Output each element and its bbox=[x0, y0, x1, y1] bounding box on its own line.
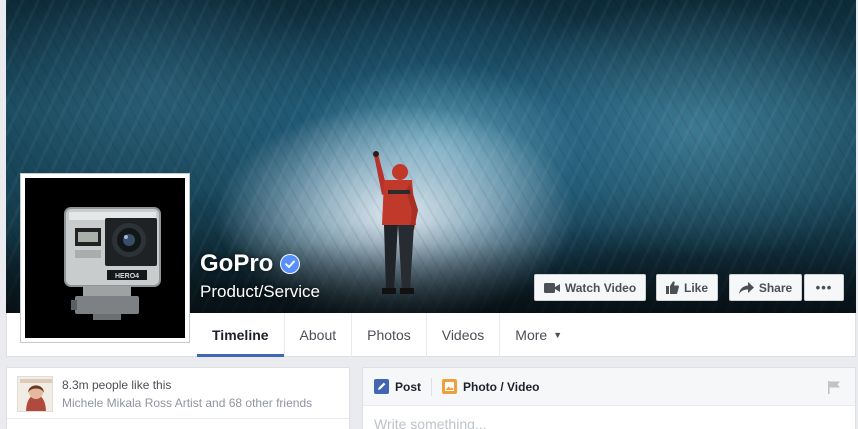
profile-picture-image: HERO4 bbox=[25, 178, 185, 338]
share-arrow-icon bbox=[738, 281, 754, 294]
like-label: Like bbox=[683, 280, 708, 295]
tab-photos-label: Photos bbox=[367, 327, 411, 343]
more-options-icon: ••• bbox=[815, 280, 833, 295]
page-name[interactable]: GoPro bbox=[200, 250, 273, 278]
page-category[interactable]: Product/Service bbox=[200, 282, 320, 302]
flag-icon[interactable] bbox=[827, 380, 841, 399]
like-button[interactable]: Like bbox=[656, 274, 718, 301]
tab-more[interactable]: More ▼ bbox=[500, 313, 577, 357]
page-name-row: GoPro bbox=[200, 250, 301, 278]
tab-about[interactable]: About bbox=[285, 313, 353, 357]
tab-about-label: About bbox=[299, 327, 337, 343]
composer-tab-photo-video-label: Photo / Video bbox=[463, 379, 540, 394]
tab-more-label: More bbox=[515, 327, 548, 343]
composer-tab-post[interactable]: Post bbox=[363, 368, 431, 406]
camera-model-label: HERO4 bbox=[115, 273, 139, 280]
more-options-button[interactable]: ••• bbox=[804, 274, 844, 301]
share-label: Share bbox=[758, 280, 793, 295]
video-camera-icon bbox=[543, 282, 560, 293]
tab-videos-label: Videos bbox=[441, 327, 485, 343]
profile-picture[interactable]: HERO4 bbox=[20, 173, 190, 343]
watch-video-label: Watch Video bbox=[564, 280, 637, 295]
gopro-camera-icon: HERO4 bbox=[64, 207, 161, 320]
likes-count[interactable]: 8.3m people like this bbox=[62, 378, 171, 392]
tab-timeline[interactable]: Timeline bbox=[197, 313, 285, 357]
page-tabs: Timeline About Photos Videos More ▼ bbox=[197, 313, 577, 357]
composer-tab-post-label: Post bbox=[395, 379, 422, 394]
tab-photos[interactable]: Photos bbox=[352, 313, 427, 357]
thumbs-up-icon bbox=[665, 281, 679, 294]
composer-input[interactable]: Write something... bbox=[374, 416, 487, 429]
likes-card: 8.3m people like this Michele Mikala Ros… bbox=[6, 367, 350, 429]
tab-videos[interactable]: Videos bbox=[427, 313, 501, 357]
photo-icon bbox=[442, 379, 458, 394]
composer-tabs: Post Photo / Video bbox=[363, 368, 855, 406]
post-composer: Post Photo / Video Write something... bbox=[362, 367, 856, 429]
pencil-icon bbox=[374, 379, 389, 394]
share-button[interactable]: Share bbox=[729, 274, 802, 301]
friend-avatar[interactable] bbox=[17, 376, 53, 412]
likes-friends-text[interactable]: Michele Mikala Ross Artist and 68 other … bbox=[62, 396, 312, 410]
composer-tab-photo-video[interactable]: Photo / Video bbox=[432, 368, 549, 406]
watch-video-button[interactable]: Watch Video bbox=[534, 274, 646, 301]
caret-down-icon: ▼ bbox=[553, 330, 563, 340]
verified-badge-icon bbox=[280, 254, 301, 274]
explorer-figure bbox=[373, 151, 418, 294]
tab-timeline-label: Timeline bbox=[212, 327, 269, 343]
friend-avatar-image bbox=[18, 377, 52, 411]
likes-divider bbox=[7, 418, 349, 419]
